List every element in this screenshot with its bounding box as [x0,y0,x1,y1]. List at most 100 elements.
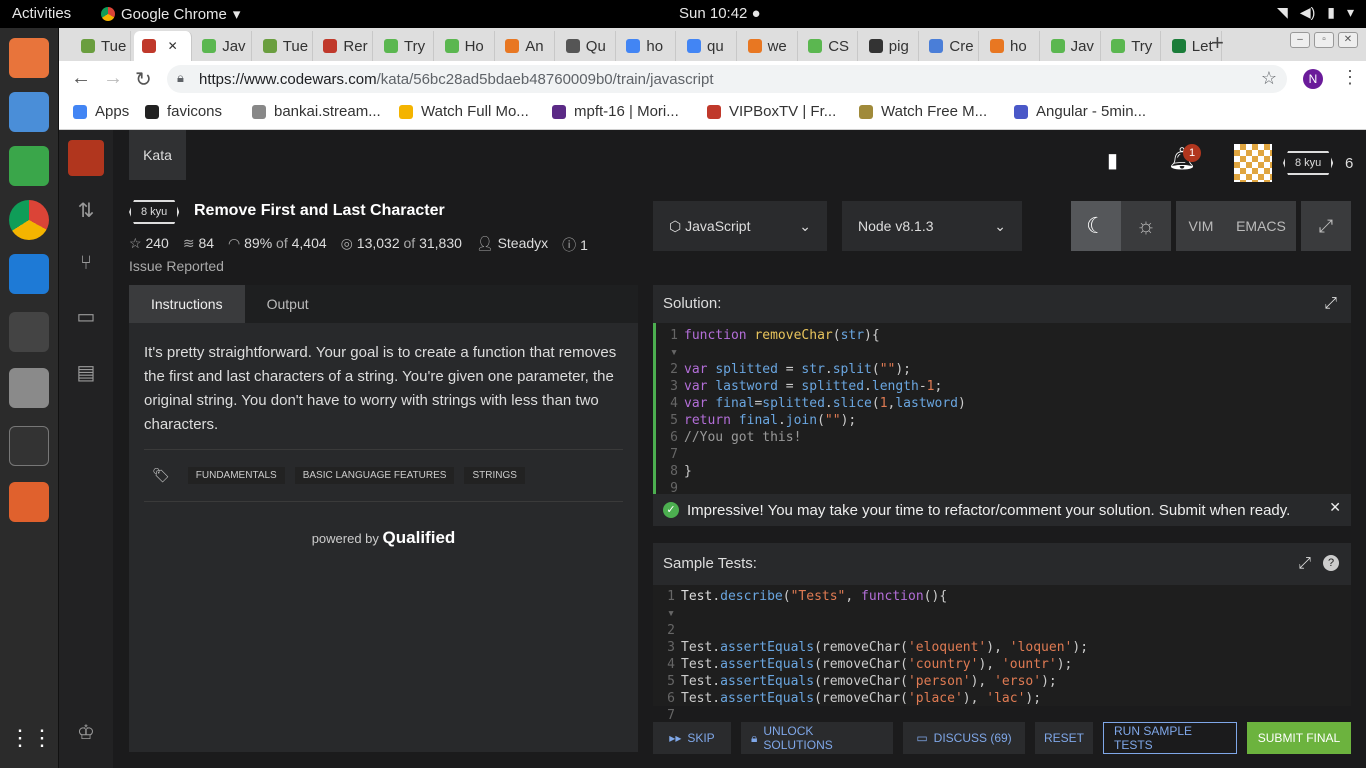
kata-nav-tab[interactable]: Kata [129,130,186,180]
video-icon[interactable] [9,312,49,352]
browser-tab[interactable]: CS [800,31,859,61]
issues-stat[interactable]: ⓘ 1 [562,235,588,255]
leaderboard-trophy-icon[interactable]: ♔ [74,720,98,744]
system-tray[interactable]: ◥ ◀) ▮ ▾ [1277,4,1354,21]
browser-tab[interactable]: Rer [315,31,374,61]
tab-instructions[interactable]: Instructions [129,285,245,323]
bookmark-star-icon[interactable]: ☆ [1261,68,1277,89]
bookmark-item[interactable]: VIPBoxTV | Fr... [707,103,836,120]
terminal-icon[interactable] [9,426,49,466]
emacs-mode-button[interactable]: EMACS [1226,201,1296,251]
bookmark-favicon-icon [145,104,159,119]
language-select[interactable]: ⬡ JavaScript ⌄ [653,201,827,251]
back-button[interactable]: ← [71,67,91,90]
browser-tab[interactable]: ✕ [133,31,192,61]
unlock-solutions-button[interactable]: 🔒︎ UNLOCK SOLUTIONS [741,722,893,754]
browser-tab[interactable]: Jav [1043,31,1101,61]
browser-tab[interactable]: Jav [194,31,253,61]
tag-item[interactable]: BASIC LANGUAGE FEATURES [294,467,455,484]
browser-tab[interactable]: An [497,31,556,61]
show-apps-icon[interactable]: ⋮⋮ [9,718,53,758]
discuss-button[interactable]: ▭ DISCUSS (69) [903,722,1025,754]
forward-button[interactable]: → [103,67,123,90]
clock[interactable]: Sun 10:42 ● [679,5,761,22]
solution-editor[interactable]: 1 ▾ function removeChar(str){ 2 var splitt… [653,323,1351,513]
browser-tab[interactable]: Try [1103,31,1162,61]
author-link[interactable]: 👤︎ Steadyx [476,235,548,255]
favicon-icon [1111,39,1126,53]
skip-button[interactable]: ▸▸ SKIP [653,722,731,754]
reload-button[interactable]: ↻ [135,67,152,92]
instructions-panel: Instructions Output It's pretty straight… [129,285,638,752]
bookmark-item[interactable]: mpft-16 | Mori... [552,103,679,120]
browser-tab[interactable]: Cre [921,31,980,61]
codewars-app: ⇅ ⑂ ▭ ▤ ♔ Kata ▮ 🔔︎ 1 8 kyu 6 8 kyu Remo… [59,130,1366,768]
fork-icon[interactable]: ⑂ [74,252,98,276]
maximize-button[interactable]: ▫ [1314,32,1334,48]
bookmark-item[interactable]: Watch Free M... [859,103,987,120]
solution-label: Solution: [663,295,722,312]
browser-tab[interactable]: we [740,31,798,61]
browser-tab[interactable]: Tue [255,31,313,61]
browser-tab[interactable]: pig [861,31,919,61]
software-center-icon[interactable] [9,482,49,522]
practice-icon[interactable]: ⇅ [74,198,98,222]
spreadsheet-icon[interactable] [9,146,49,186]
tag-item[interactable]: STRINGS [464,467,525,484]
bookmark-item[interactable]: Apps [73,103,129,120]
app-menu[interactable]: Google Chrome ▾ [101,5,240,23]
vim-mode-button[interactable]: VIM [1176,201,1226,251]
activities-button[interactable]: Activities [12,5,71,22]
run-sample-tests-button[interactable]: RUN SAMPLE TESTS [1103,722,1237,754]
tests-editor[interactable]: 1 ▾ Test.describe("Tests", function(){ 2 … [653,585,1351,723]
menu-icon[interactable]: ⋮ [1341,67,1359,88]
new-tab-button[interactable]: + [1211,30,1224,56]
fullscreen-button[interactable]: ⤢ [1301,201,1351,251]
vscode-icon[interactable] [9,254,49,294]
runtime-select[interactable]: Node v8.1.3 ⌄ [842,201,1022,251]
expand-icon[interactable]: ⤢ [1324,285,1337,323]
tab-output[interactable]: Output [245,285,331,323]
light-mode-button[interactable]: ☼ [1121,201,1171,251]
help-icon[interactable]: ? [1323,555,1339,571]
minimize-button[interactable]: – [1290,32,1310,48]
battery-icon: ▮ [1327,4,1335,20]
bookmark-item[interactable]: Angular - 5min... [1014,103,1146,120]
bookmark-item[interactable]: bankai.stream... [252,103,381,120]
docs-icon[interactable]: ▤ [74,360,98,384]
close-window-button[interactable]: ✕ [1338,32,1358,48]
browser-tab[interactable]: Tue [73,31,131,61]
submit-final-button[interactable]: SUBMIT FINAL [1247,722,1351,754]
collections-stat[interactable]: ≋ 84 [183,235,214,255]
image-viewer-icon[interactable] [9,92,49,132]
browser-tab[interactable]: Try [376,31,434,61]
calculator-icon[interactable] [9,38,49,78]
discuss-icon[interactable]: ▭ [74,304,98,328]
sun-icon: ☼ [1135,213,1157,238]
tag-item[interactable]: FUNDAMENTALS [187,467,285,484]
close-icon[interactable]: ✕ [1329,499,1341,516]
browser-tab[interactable]: ho [982,31,1040,61]
stars-stat[interactable]: ☆ 240 [129,235,169,255]
url-field[interactable]: 🔒︎ https://www.codewars.com/kata/56bc28a… [167,65,1287,93]
bookmark-item[interactable]: favicons [145,103,222,120]
bookmark-label: Watch Full Mo... [421,103,529,120]
files-icon[interactable] [9,368,49,408]
browser-tab[interactable]: qu [679,31,737,61]
codewars-logo[interactable] [68,140,104,176]
browser-tab[interactable]: Ho [437,31,495,61]
bookmark-item[interactable]: Watch Full Mo... [399,103,529,120]
profile-avatar[interactable]: N [1303,69,1323,89]
skip-label: SKIP [687,731,715,745]
expand-icon[interactable]: ⤢ [1298,543,1311,585]
close-tab-icon[interactable]: ✕ [168,39,178,53]
user-avatar[interactable] [1234,144,1272,182]
dark-mode-button[interactable]: ☾ [1071,201,1121,251]
reset-button[interactable]: RESET [1035,722,1093,754]
browser-tab[interactable]: ho [618,31,677,61]
powered-by[interactable]: powered by Qualified [129,528,638,548]
chrome-dock-icon[interactable] [9,200,49,240]
browser-tab[interactable]: Qu [558,31,616,61]
bookmark-icon[interactable]: ▮ [1107,148,1118,173]
attempts-count: 31,830 [419,235,462,251]
